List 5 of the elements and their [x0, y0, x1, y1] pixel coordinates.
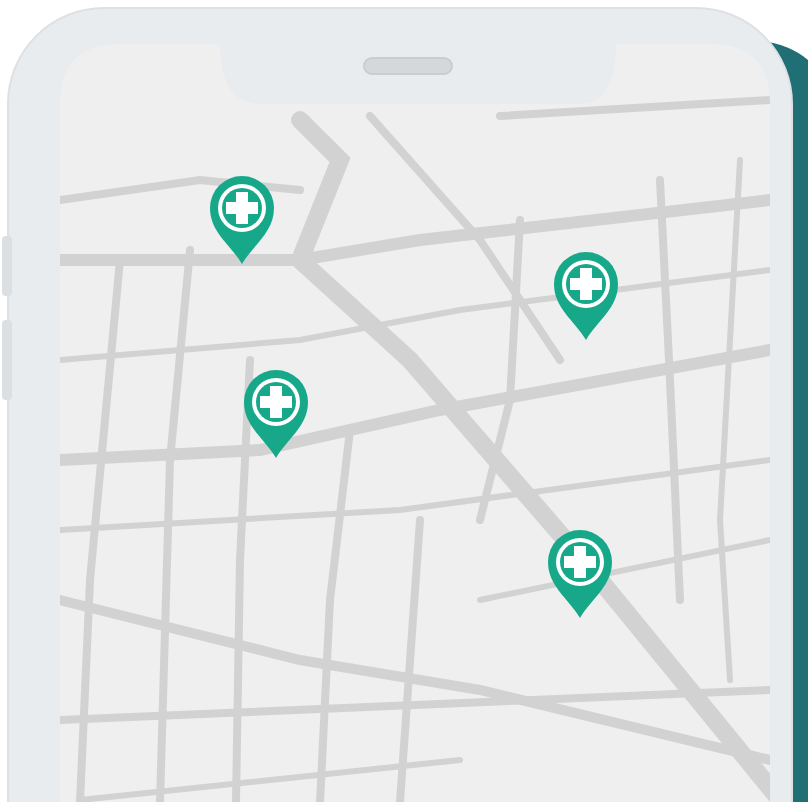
speaker-grille	[363, 57, 453, 75]
medical-pin-icon[interactable]	[244, 370, 308, 458]
medical-pin-icon[interactable]	[210, 176, 274, 264]
medical-pin-icon[interactable]	[554, 252, 618, 340]
medical-pin-icon[interactable]	[548, 530, 612, 618]
